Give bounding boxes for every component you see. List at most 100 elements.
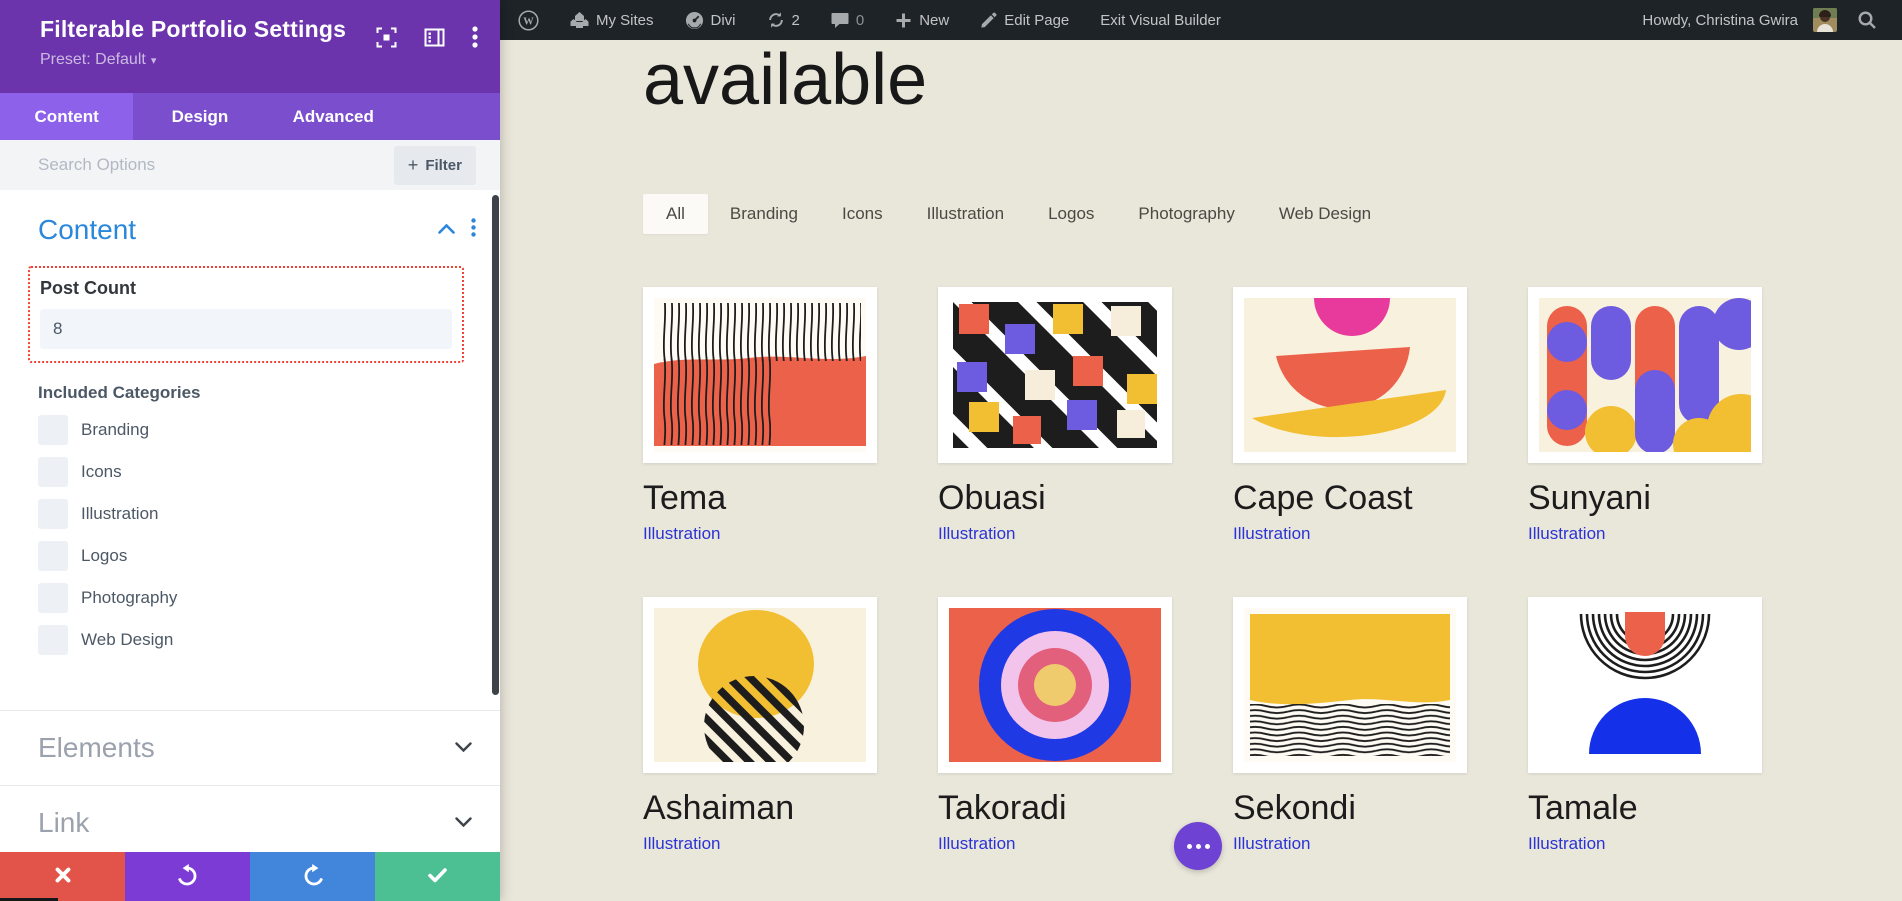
divi-label: Divi	[711, 12, 736, 29]
project-thumbnail-ashaiman[interactable]	[643, 597, 877, 773]
filter-icons[interactable]: Icons	[820, 194, 905, 234]
account-menu[interactable]: Howdy, Christina Gwira	[1632, 0, 1847, 40]
category-option-icons[interactable]: Icons	[38, 457, 500, 487]
settings-action-bar	[0, 852, 500, 901]
content-section-title: Content	[38, 214, 136, 246]
new-content-menu[interactable]: New	[885, 0, 959, 40]
elements-section-header[interactable]: Elements	[0, 711, 500, 785]
category-label: Logos	[81, 546, 127, 566]
project-thumbnail-cape-coast[interactable]	[1233, 287, 1467, 463]
focus-mode-icon[interactable]	[376, 27, 397, 53]
project-title[interactable]: Sekondi	[1233, 788, 1467, 828]
divi-menu[interactable]: Divi	[675, 0, 746, 40]
post-count-field-group: Post Count	[28, 266, 464, 363]
project-title[interactable]: Sunyani	[1528, 478, 1762, 518]
project-thumbnail-obuasi[interactable]	[938, 287, 1172, 463]
project-category-link[interactable]: Illustration	[1233, 524, 1310, 544]
project-title[interactable]: Cape Coast	[1233, 478, 1467, 518]
project-thumbnail-tema[interactable]	[643, 287, 877, 463]
link-section-title: Link	[38, 807, 89, 839]
project-category-link[interactable]: Illustration	[1233, 834, 1310, 854]
close-x-icon	[55, 867, 71, 886]
search-options-input[interactable]	[38, 155, 394, 175]
artwork-tema	[654, 298, 866, 452]
my-sites-menu[interactable]: My Sites	[560, 0, 664, 40]
comments-count: 0	[856, 12, 864, 29]
filter-branding[interactable]: Branding	[708, 194, 820, 234]
project-category-link[interactable]: Illustration	[1528, 524, 1605, 544]
avatar	[1813, 8, 1837, 32]
discard-changes-button[interactable]	[0, 852, 125, 901]
project-thumbnail-sunyani[interactable]	[1528, 287, 1762, 463]
filter-photography[interactable]: Photography	[1116, 194, 1256, 234]
category-option-web-design[interactable]: Web Design	[38, 625, 500, 655]
pencil-icon	[980, 12, 997, 29]
kebab-menu-icon[interactable]	[472, 26, 478, 53]
project-thumbnail-sekondi[interactable]	[1233, 597, 1467, 773]
project-title[interactable]: Obuasi	[938, 478, 1172, 518]
portfolio-item: Tamale Illustration	[1528, 597, 1762, 854]
post-count-input[interactable]	[40, 309, 452, 349]
save-changes-button[interactable]	[375, 852, 500, 901]
checkbox-unchecked[interactable]	[38, 457, 68, 487]
project-category-link[interactable]: Illustration	[643, 834, 720, 854]
category-option-photography[interactable]: Photography	[38, 583, 500, 613]
panel-scrollbar[interactable]	[492, 195, 499, 695]
more-options-button[interactable]	[1174, 822, 1222, 870]
redo-button[interactable]	[250, 852, 375, 901]
project-category-link[interactable]: Illustration	[938, 524, 1015, 544]
category-label: Icons	[81, 462, 122, 482]
refresh-icon	[767, 11, 785, 29]
comments-menu[interactable]: 0	[821, 0, 874, 40]
filter-illustration[interactable]: Illustration	[905, 194, 1026, 234]
content-section-header[interactable]: Content	[0, 190, 500, 246]
section-kebab-icon[interactable]	[471, 218, 476, 242]
project-title[interactable]: Tema	[643, 478, 877, 518]
elements-section-title: Elements	[38, 732, 155, 764]
undo-button[interactable]	[125, 852, 250, 901]
portfolio-item: Obuasi Illustration	[938, 287, 1172, 544]
project-title[interactable]: Takoradi	[938, 788, 1172, 828]
artwork-ashaiman	[654, 608, 866, 762]
tab-content[interactable]: Content	[0, 93, 133, 140]
checkbox-unchecked[interactable]	[38, 499, 68, 529]
checkbox-unchecked[interactable]	[38, 541, 68, 571]
project-category-link[interactable]: Illustration	[938, 834, 1015, 854]
plus-icon: +	[408, 155, 419, 176]
filter-all[interactable]: All	[643, 194, 708, 234]
checkbox-unchecked[interactable]	[38, 583, 68, 613]
tab-advanced[interactable]: Advanced	[267, 93, 400, 140]
filter-options-button[interactable]: + Filter	[394, 146, 476, 185]
checkbox-unchecked[interactable]	[38, 625, 68, 655]
filter-web-design[interactable]: Web Design	[1257, 194, 1393, 234]
tab-design[interactable]: Design	[133, 93, 266, 140]
project-category-link[interactable]: Illustration	[1528, 834, 1605, 854]
updates-menu[interactable]: 2	[757, 0, 810, 40]
preset-label: Preset: Default	[40, 51, 146, 68]
chevron-up-icon[interactable]	[438, 221, 455, 239]
new-label: New	[919, 12, 949, 29]
project-thumbnail-takoradi[interactable]	[938, 597, 1172, 773]
artwork-obuasi	[949, 298, 1161, 452]
exit-visual-builder[interactable]: Exit Visual Builder	[1090, 0, 1231, 40]
search-icon	[1857, 10, 1877, 30]
portfolio-filter-bar: All Branding Icons Illustration Logos Ph…	[643, 194, 1902, 234]
wordpress-logo-icon: W	[518, 10, 539, 31]
category-option-illustration[interactable]: Illustration	[38, 499, 500, 529]
project-title[interactable]: Ashaiman	[643, 788, 877, 828]
wp-logo-menu[interactable]: W	[508, 0, 549, 40]
category-label: Illustration	[81, 504, 158, 524]
link-section-header[interactable]: Link	[0, 786, 500, 852]
edit-page-menu[interactable]: Edit Page	[970, 0, 1079, 40]
dot	[1187, 844, 1192, 849]
preset-selector[interactable]: Preset: Default▾	[40, 51, 500, 69]
search-toggle[interactable]	[1847, 0, 1881, 40]
project-title[interactable]: Tamale	[1528, 788, 1762, 828]
filter-logos[interactable]: Logos	[1026, 194, 1116, 234]
category-option-logos[interactable]: Logos	[38, 541, 500, 571]
checkbox-unchecked[interactable]	[38, 415, 68, 445]
project-category-link[interactable]: Illustration	[643, 524, 720, 544]
category-option-branding[interactable]: Branding	[38, 415, 500, 445]
panel-layout-icon[interactable]	[424, 28, 445, 52]
project-thumbnail-tamale[interactable]	[1528, 597, 1762, 773]
